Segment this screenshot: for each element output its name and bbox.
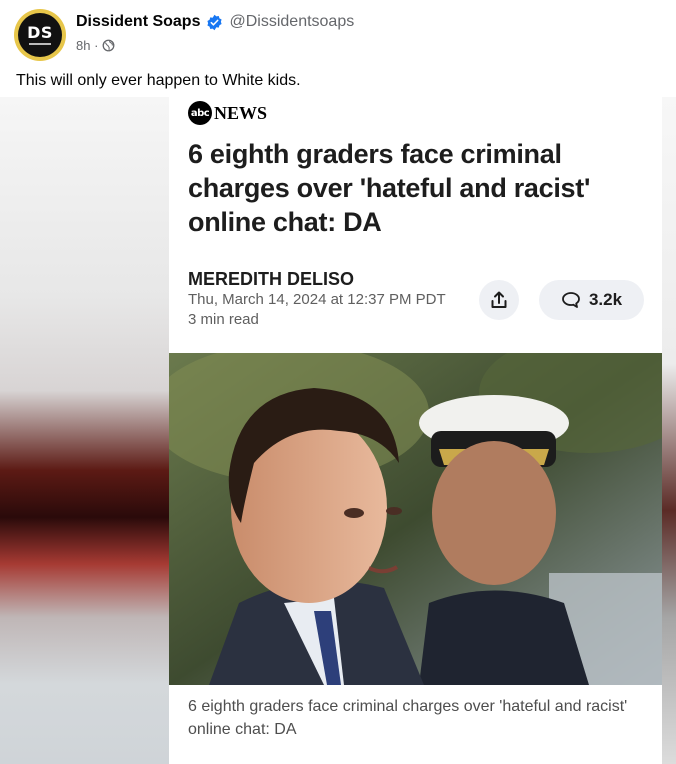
post-time[interactable]: 8h · <box>76 38 98 53</box>
photo-caption: 6 eighth graders face criminal charges o… <box>188 698 628 738</box>
image-blur-background-left <box>0 97 169 764</box>
verified-badge-icon <box>207 14 223 30</box>
news-source-name: NEWS <box>214 102 268 123</box>
globe-icon <box>102 39 115 52</box>
name-row: Dissident Soaps @Dissidentsoaps <box>76 13 354 31</box>
abc-logo-icon: abc <box>188 101 212 125</box>
avatar-logo: DS <box>18 13 62 57</box>
avatar-divider <box>29 43 51 45</box>
post-header: DS Dissident Soaps @Dissidentsoaps 8h · <box>0 0 676 68</box>
avatar-initials: DS <box>27 23 53 42</box>
post-meta: 8h · <box>76 38 115 53</box>
post-image[interactable]: abc NEWS 6 eighth graders face criminal … <box>0 97 676 764</box>
share-icon <box>491 291 507 308</box>
article-headline: 6 eighth graders face criminal charges o… <box>188 139 591 237</box>
avatar[interactable]: DS <box>14 9 66 61</box>
article-date: Thu, March 14, 2024 at 12:37 PM PDT <box>188 291 446 308</box>
comment-icon <box>562 292 580 308</box>
image-blur-background-right <box>662 97 676 764</box>
author-handle[interactable]: @Dissidentsoaps <box>229 13 354 31</box>
article-photo <box>169 353 662 685</box>
article-photo-illustration <box>169 353 662 685</box>
news-source: abc NEWS <box>188 101 267 125</box>
share-button[interactable] <box>479 280 519 320</box>
article-screenshot: abc NEWS 6 eighth graders face criminal … <box>169 97 662 764</box>
article-read-time: 3 min read <box>188 311 259 328</box>
author-name[interactable]: Dissident Soaps <box>76 13 200 31</box>
comments-button[interactable]: 3.2k <box>539 280 644 320</box>
article-author: MEREDITH DELISO <box>188 269 355 289</box>
comment-count: 3.2k <box>588 290 623 309</box>
post-text: This will only ever happen to White kids… <box>16 72 301 89</box>
